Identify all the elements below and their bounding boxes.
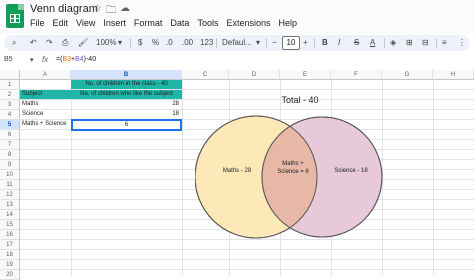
- menu-data[interactable]: Data: [170, 18, 189, 28]
- row-header-8[interactable]: 8: [0, 150, 20, 160]
- merge-cells-icon[interactable]: ⊟: [422, 35, 429, 51]
- column-header-a[interactable]: A: [20, 70, 71, 80]
- row-header-1[interactable]: 1: [0, 80, 20, 90]
- formula-suffix: )-40: [83, 56, 97, 63]
- venn-diagram[interactable]: [195, 105, 395, 245]
- column-header-f[interactable]: F: [331, 70, 382, 80]
- increase-font-size-button[interactable]: +: [303, 35, 308, 51]
- menu-tools[interactable]: Tools: [197, 18, 218, 28]
- document-title[interactable]: Venn diagram: [30, 3, 98, 15]
- chevron-down-icon[interactable]: ▾: [118, 35, 122, 51]
- font-select[interactable]: Defaul...: [222, 35, 252, 51]
- chevron-down-icon[interactable]: ▾: [256, 35, 260, 51]
- menu-insert[interactable]: Insert: [103, 18, 126, 28]
- borders-icon[interactable]: ⊞: [406, 35, 413, 51]
- cell-b4[interactable]: 18: [71, 110, 182, 119]
- row-header-10[interactable]: 10: [0, 170, 20, 180]
- row-header-20[interactable]: 20: [0, 270, 20, 280]
- undo-icon[interactable]: ↶: [30, 35, 37, 51]
- cell-b3[interactable]: 28: [71, 100, 182, 109]
- formula-bar: B5 ▾ fx =(B3+B4)-40: [0, 54, 474, 71]
- decrease-font-size-button[interactable]: −: [272, 35, 277, 51]
- venn-label-overlap-1: Maths +: [282, 161, 304, 167]
- star-icon[interactable]: ☆: [93, 3, 102, 14]
- row-header-2[interactable]: 2: [0, 90, 20, 100]
- more-icon[interactable]: ⋮: [458, 35, 466, 51]
- align-icon[interactable]: ≡: [442, 35, 447, 51]
- row-header-19[interactable]: 19: [0, 260, 20, 270]
- row-header-17[interactable]: 17: [0, 240, 20, 250]
- select-all-corner[interactable]: [0, 70, 20, 80]
- search-menus-icon[interactable]: ⌕: [12, 35, 16, 51]
- decrease-decimal-button[interactable]: .0: [166, 35, 173, 51]
- fill-color-icon[interactable]: ◈: [390, 35, 396, 51]
- currency-format-button[interactable]: $: [138, 35, 142, 51]
- menu-view[interactable]: View: [76, 18, 95, 28]
- grid-line: [20, 259, 474, 260]
- row-header-13[interactable]: 13: [0, 200, 20, 210]
- menu-extensions[interactable]: Extensions: [226, 18, 270, 28]
- row-header-7[interactable]: 7: [0, 140, 20, 150]
- menu-file[interactable]: File: [30, 18, 45, 28]
- toolbar: ⌕ ↶ ↷ ⎙ 🖌 100% ▾ $ % .0 .00 123 Defaul..…: [4, 35, 470, 51]
- cell-a5[interactable]: Maths + Science: [22, 120, 71, 129]
- menu-help[interactable]: Help: [278, 18, 297, 28]
- zoom-select[interactable]: 100%: [96, 35, 116, 51]
- cell-a4[interactable]: Science: [22, 110, 71, 119]
- venn-label-science: Science - 18: [334, 168, 368, 174]
- row-header-12[interactable]: 12: [0, 190, 20, 200]
- chevron-down-icon[interactable]: ▾: [30, 56, 34, 64]
- percent-format-button[interactable]: %: [152, 35, 159, 51]
- menu-format[interactable]: Format: [134, 18, 163, 28]
- column-header-d[interactable]: D: [229, 70, 280, 80]
- cell-a2[interactable]: Subject: [20, 90, 71, 99]
- cloud-saved-icon[interactable]: ☁: [120, 3, 130, 14]
- strikethrough-button[interactable]: S: [354, 35, 359, 51]
- row-header-14[interactable]: 14: [0, 210, 20, 220]
- row-header-5[interactable]: 5: [0, 120, 20, 130]
- cell-b5[interactable]: 6: [71, 119, 182, 131]
- grid-line: [20, 269, 474, 270]
- row-header-18[interactable]: 18: [0, 250, 20, 260]
- row-header-16[interactable]: 16: [0, 230, 20, 240]
- formula-input[interactable]: =(B3+B4)-40: [56, 56, 96, 63]
- italic-button[interactable]: I: [338, 35, 340, 51]
- formula-ref-b4: B4: [75, 56, 84, 63]
- venn-label-overlap-2: Science = 6: [277, 169, 309, 175]
- row-header-3[interactable]: 3: [0, 100, 20, 110]
- row-header-15[interactable]: 15: [0, 220, 20, 230]
- column-header-e[interactable]: E: [280, 70, 331, 80]
- venn-label-maths: Maths - 28: [222, 168, 252, 174]
- column-header-c[interactable]: C: [182, 70, 229, 80]
- cell-a3[interactable]: Maths: [22, 100, 71, 109]
- cell-b2[interactable]: No. of children who like the subject: [71, 90, 182, 99]
- column-header-h[interactable]: H: [433, 70, 474, 80]
- row-header-9[interactable]: 9: [0, 160, 20, 170]
- menu-bar: File Edit View Insert Format Data Tools …: [30, 18, 305, 28]
- increase-decimal-button[interactable]: .00: [182, 35, 193, 51]
- bold-button[interactable]: B: [322, 35, 328, 51]
- column-header-g[interactable]: G: [382, 70, 433, 80]
- cell-b1[interactable]: No. of children in the class - 40: [71, 80, 182, 89]
- formula-ref-b3: B3: [62, 56, 71, 63]
- print-icon[interactable]: ⎙: [62, 35, 68, 51]
- column-header-b[interactable]: B: [71, 70, 182, 80]
- fx-icon: fx: [42, 55, 49, 64]
- venn-title: Total - 40: [281, 95, 319, 105]
- text-color-button[interactable]: A: [370, 35, 375, 51]
- redo-icon[interactable]: ↷: [46, 35, 53, 51]
- sheets-logo-icon[interactable]: [6, 4, 24, 28]
- row-header-6[interactable]: 6: [0, 130, 20, 140]
- grid-line: [20, 249, 474, 250]
- menu-edit[interactable]: Edit: [53, 18, 69, 28]
- name-box[interactable]: B5: [4, 56, 13, 63]
- paint-format-icon[interactable]: 🖌: [78, 35, 88, 51]
- row-header-4[interactable]: 4: [0, 110, 20, 120]
- number-format-button[interactable]: 123: [200, 35, 213, 51]
- row-header-11[interactable]: 11: [0, 180, 20, 190]
- font-size-input[interactable]: 10: [282, 36, 300, 50]
